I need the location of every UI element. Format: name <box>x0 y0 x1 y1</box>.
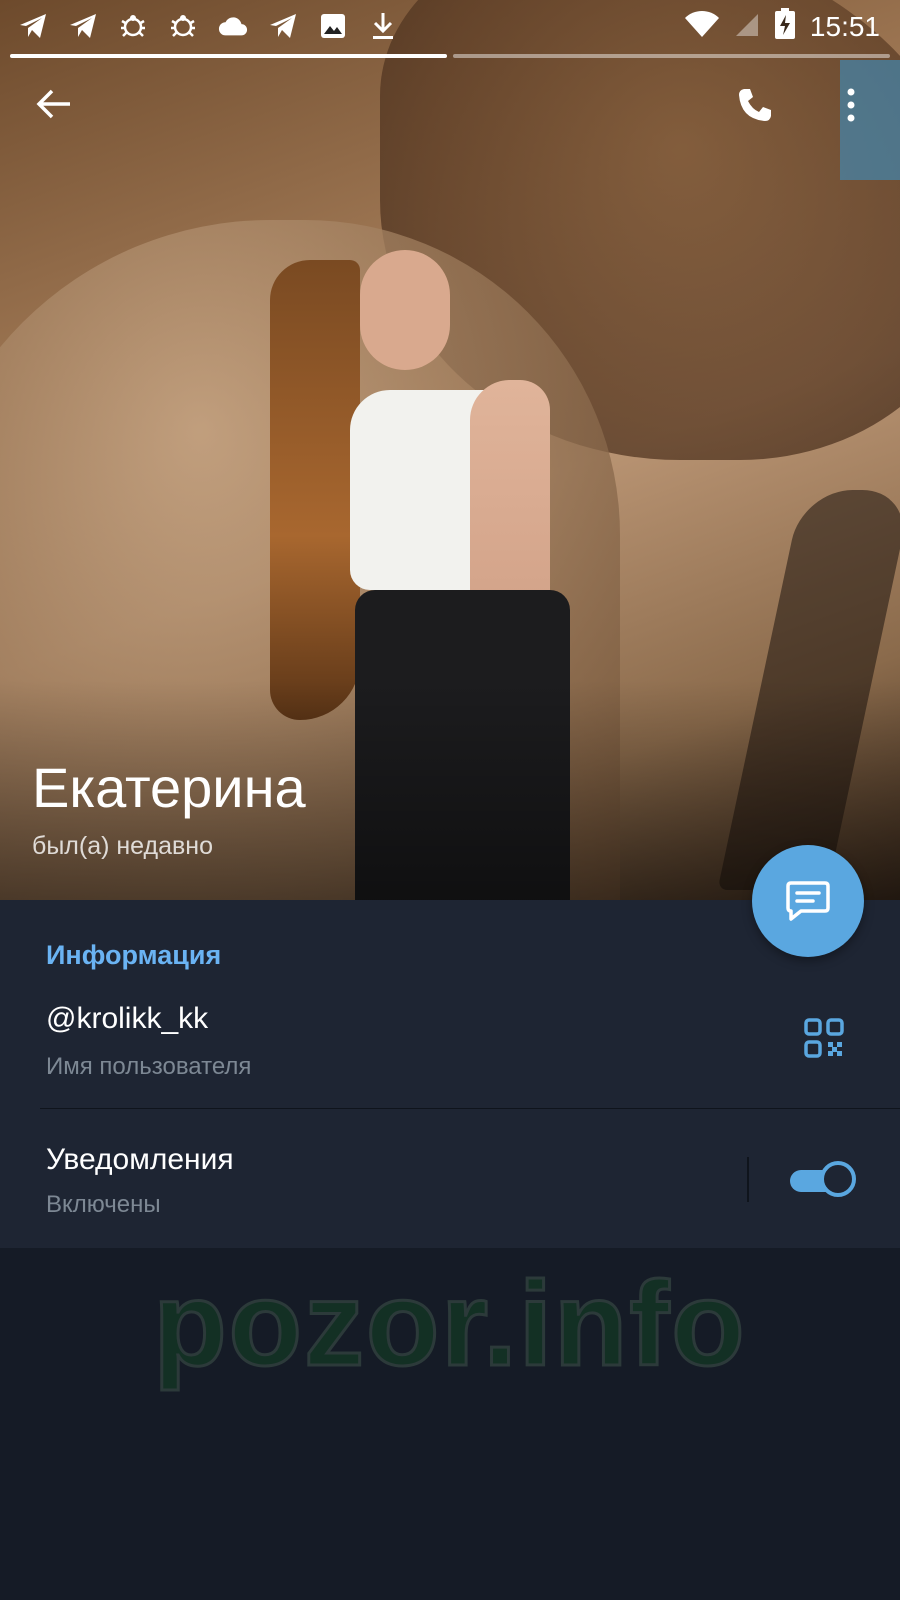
qr-code-icon <box>804 1018 844 1058</box>
username-value[interactable]: @krolikk_kk <box>46 1002 208 1036</box>
clock: 15:51 <box>809 10 880 42</box>
arrow-left-icon <box>36 89 70 119</box>
toggle-knob <box>820 1161 856 1197</box>
system-status: 15:51 <box>684 8 880 45</box>
profile-last-seen: был(а) недавно <box>32 832 214 860</box>
back-button[interactable] <box>30 80 78 128</box>
notifications-title[interactable]: Уведомления <box>46 1143 234 1177</box>
call-button[interactable] <box>730 80 780 130</box>
more-options-button[interactable] <box>826 80 876 130</box>
photo-person-head <box>360 250 450 370</box>
notifications-status: Включены <box>46 1191 161 1218</box>
profile-name: Екатерина <box>32 756 306 819</box>
send-message-button[interactable] <box>752 845 864 957</box>
bug-icon <box>118 11 148 41</box>
download-icon <box>368 11 398 41</box>
watermark: pozor.info <box>152 1256 747 1393</box>
phone-icon <box>739 89 771 121</box>
more-vertical-icon <box>847 88 855 122</box>
status-bar: 15:51 <box>0 0 900 52</box>
photo-person-hair <box>270 260 360 720</box>
story-progress <box>10 54 890 58</box>
wifi-icon <box>684 10 720 43</box>
telegram-icon <box>18 11 48 41</box>
image-icon <box>318 11 348 41</box>
divider <box>40 1108 900 1109</box>
section-title-info: Информация <box>46 940 222 970</box>
notification-icons <box>0 11 398 41</box>
qr-code-button[interactable] <box>804 1018 850 1064</box>
story-progress-segment <box>10 54 447 58</box>
battery-charging-icon <box>774 8 796 45</box>
cloud-icon <box>218 11 248 41</box>
telegram-icon <box>268 11 298 41</box>
signal-icon <box>734 10 760 43</box>
bug-icon <box>168 11 198 41</box>
notifications-toggle[interactable] <box>790 1161 858 1197</box>
vertical-divider <box>747 1157 749 1202</box>
username-label: Имя пользователя <box>46 1053 252 1080</box>
info-panel: Информация @krolikk_kk Имя пользователя … <box>0 900 900 1248</box>
message-icon <box>786 881 830 921</box>
telegram-icon <box>68 11 98 41</box>
story-progress-segment <box>453 54 890 58</box>
